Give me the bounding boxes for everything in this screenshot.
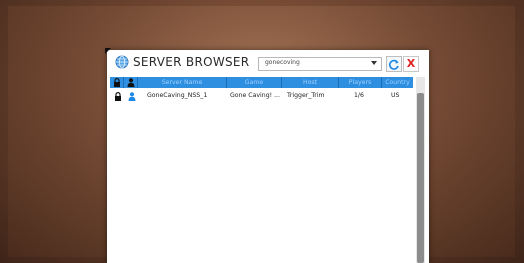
- column-header-server-name[interactable]: Server Name: [138, 77, 227, 88]
- chevron-down-icon[interactable]: [371, 61, 377, 65]
- players-cell: 1/6: [354, 92, 364, 99]
- column-header-country[interactable]: Country: [382, 77, 413, 88]
- scrollbar-track[interactable]: [416, 77, 425, 263]
- refresh-button[interactable]: [386, 56, 402, 72]
- host-cell: Trigger_Trim: [287, 92, 325, 99]
- lock-icon: [115, 92, 121, 101]
- close-icon: X: [406, 57, 416, 70]
- search-dropdown[interactable]: gonecoving: [258, 57, 382, 71]
- column-header-host[interactable]: Host: [282, 77, 339, 88]
- person-icon: [128, 92, 136, 101]
- scrollbar-thumb[interactable]: [417, 93, 424, 263]
- column-header-player[interactable]: [124, 77, 138, 88]
- table-row[interactable]: GoneCaving_NSS_1 Gone Caving! ... Trigge…: [110, 90, 413, 103]
- table-header: Server Name Game Host Players Country: [110, 77, 413, 88]
- server-name-cell: GoneCaving_NSS_1: [147, 92, 208, 99]
- game-cell: Gone Caving! ...: [230, 92, 280, 99]
- column-header-players[interactable]: Players: [339, 77, 382, 88]
- refresh-icon: [389, 59, 399, 70]
- close-button[interactable]: X: [403, 56, 419, 72]
- column-header-lock[interactable]: [110, 77, 124, 88]
- window-title: SERVER BROWSER: [133, 55, 250, 69]
- server-list: [110, 88, 413, 263]
- search-value: gonecoving: [265, 59, 300, 66]
- column-header-game[interactable]: Game: [227, 77, 282, 88]
- globe-icon: [115, 55, 129, 69]
- lock-icon: [114, 78, 120, 87]
- server-browser-window: SERVER BROWSER gonecoving X Server Name …: [105, 48, 429, 263]
- title-bar: SERVER BROWSER gonecoving X: [107, 50, 429, 76]
- country-cell: US: [391, 92, 400, 99]
- person-icon: [127, 78, 135, 87]
